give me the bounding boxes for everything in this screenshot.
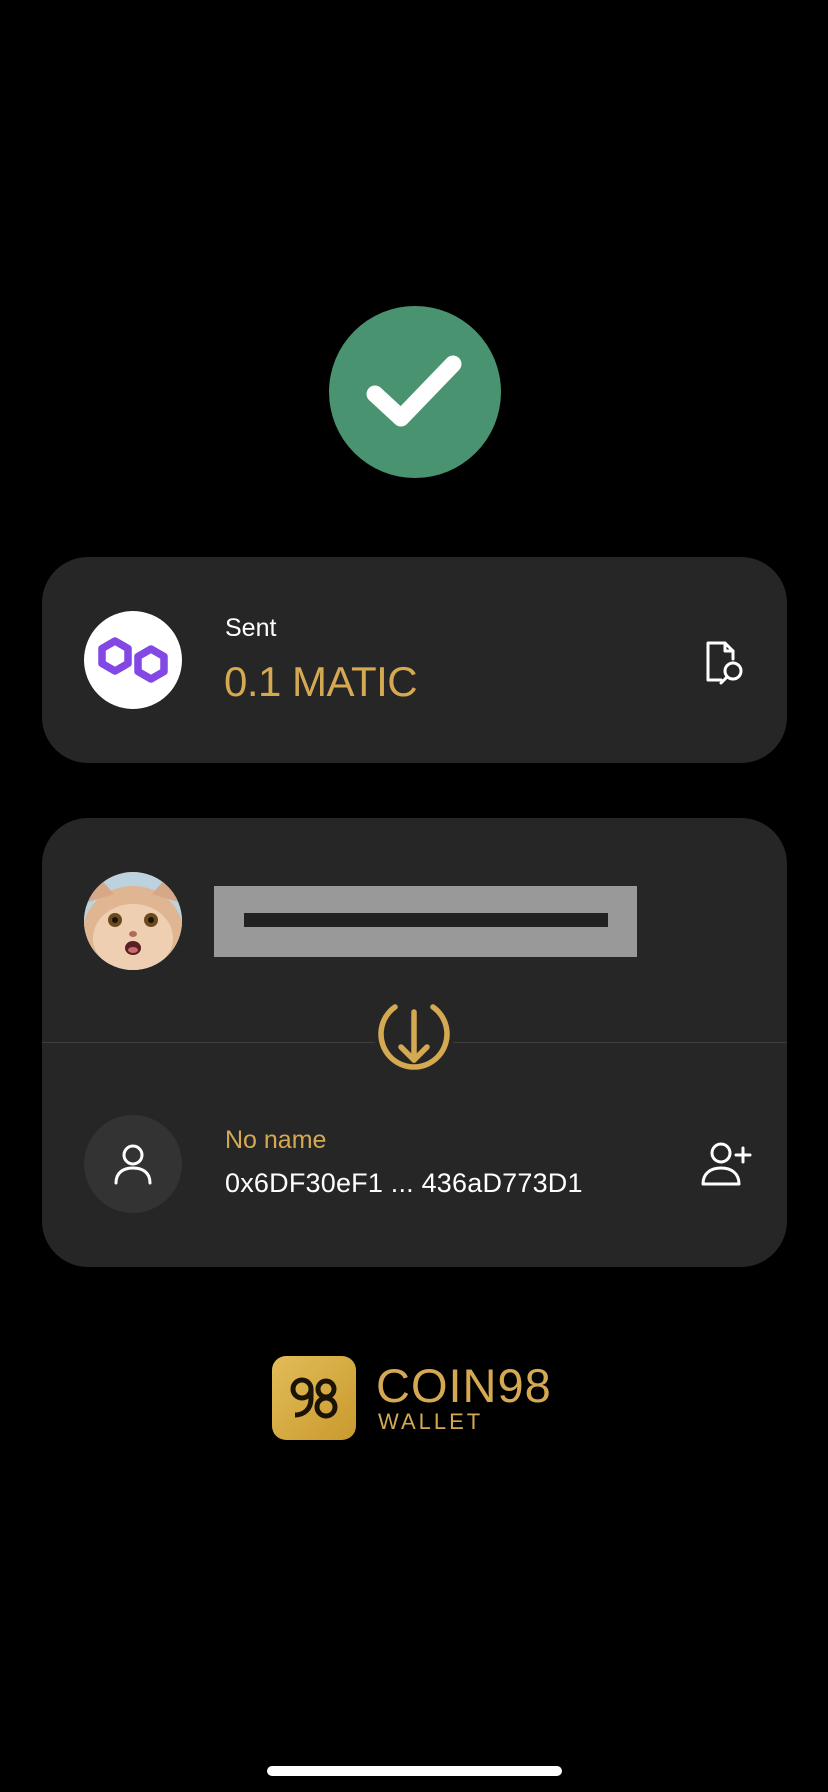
redaction-bar	[244, 913, 608, 927]
brand-logo: COIN98 WALLET	[272, 1356, 552, 1440]
recipient-name: No name	[225, 1126, 327, 1154]
transfer-direction	[375, 994, 453, 1072]
coin98-logo-mark	[290, 1377, 338, 1419]
polygon-icon	[98, 637, 168, 683]
recipient-address: 0x6DF30eF1 ... 436aD773D1	[225, 1168, 583, 1198]
user-icon	[114, 1144, 152, 1185]
cat-avatar	[84, 872, 182, 970]
coin98-logo	[272, 1356, 356, 1440]
transfer-details-card: No name 0x6DF30eF1 ... 436aD773D1	[42, 818, 787, 1267]
brand-subtitle: WALLET	[378, 1409, 484, 1434]
add-contact-button[interactable]	[697, 1136, 755, 1194]
document-search-icon	[706, 641, 743, 685]
sent-summary-card: Sent 0.1 MATIC	[42, 557, 787, 763]
add-user-icon	[701, 1142, 752, 1186]
check-icon	[366, 355, 462, 427]
sender-avatar	[84, 872, 182, 970]
success-check-circle	[329, 306, 501, 478]
token-avatar	[84, 611, 182, 709]
arrow-down-circle-icon	[378, 1004, 450, 1070]
sender-name-redacted	[214, 886, 637, 957]
brand-name: COIN98	[376, 1359, 552, 1412]
sent-label: Sent	[225, 614, 277, 642]
recipient-avatar	[84, 1115, 182, 1213]
brand-text: COIN98 WALLET	[376, 1359, 552, 1434]
view-explorer-button[interactable]	[697, 635, 751, 689]
sent-amount: 0.1 MATIC	[224, 658, 418, 705]
home-indicator[interactable]	[267, 1766, 562, 1776]
